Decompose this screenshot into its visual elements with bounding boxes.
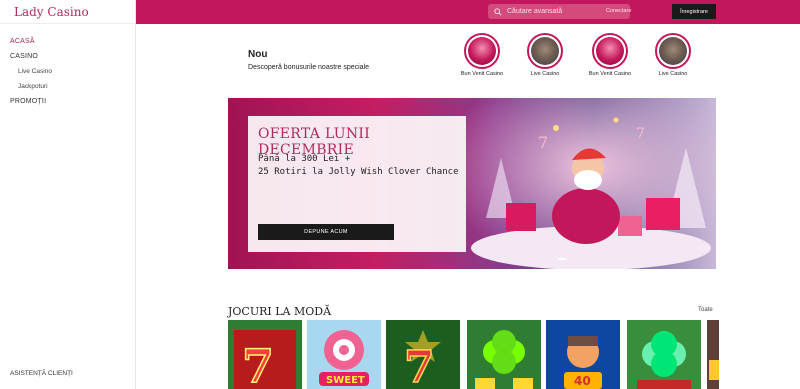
clover-slot-icon: [467, 320, 541, 389]
promo-title: Nou: [248, 49, 268, 60]
live-table-story-icon: [659, 37, 687, 65]
svg-text:7: 7: [404, 342, 435, 389]
svg-text:7: 7: [636, 126, 645, 142]
partial-slot-icon: [707, 320, 719, 389]
offer-line-2: 25 Rotiri la Jolly Wish Clover Chance: [258, 167, 459, 177]
live-table-story-icon: [531, 37, 559, 65]
top-header: Căutare avansată Conectare Înregistrare: [136, 0, 800, 24]
santa-illustration: 7 7: [466, 98, 716, 269]
search-icon: [494, 7, 502, 16]
story-label: Bun Venit Casino: [460, 71, 504, 77]
svg-text:7: 7: [538, 133, 548, 152]
story-item[interactable]: Bun Venit Casino: [584, 33, 636, 78]
story-item[interactable]: Live Casino: [647, 33, 699, 78]
svg-text:SWEET: SWEET: [326, 375, 365, 386]
game-tile[interactable]: [707, 320, 719, 389]
clover-pot-slot-icon: [627, 320, 701, 389]
game-tile[interactable]: 40: [546, 320, 620, 389]
svg-text:40: 40: [574, 374, 591, 388]
game-tile[interactable]: 7: [386, 320, 460, 389]
sidebar-item-casino[interactable]: CASINO: [0, 49, 135, 64]
brand-logo[interactable]: Lady Casino: [0, 0, 135, 24]
game-tile[interactable]: SWEET: [307, 320, 381, 389]
search-placeholder: Căutare avansată: [507, 8, 563, 15]
story-label: Bun Venit Casino: [588, 71, 632, 77]
story-label: Live Casino: [658, 71, 688, 77]
story-item[interactable]: Bun Venit Casino: [456, 33, 508, 78]
register-button[interactable]: Înregistrare: [672, 4, 716, 19]
games-section-title: JOCURI LA MODĂ: [228, 305, 332, 318]
sweet-candy-slot-icon: SWEET: [307, 320, 381, 389]
game-tile[interactable]: 7: [228, 320, 302, 389]
sidebar: Lady Casino ACASĂ CASINO Live Casino Jac…: [0, 0, 136, 389]
promo-banner[interactable]: 7 7 OFERTA LUNII DECEMBRIE Până la 300 L…: [228, 98, 716, 269]
game-tile[interactable]: [627, 320, 701, 389]
svg-text:7: 7: [242, 339, 274, 389]
login-link[interactable]: Conectare: [606, 8, 631, 14]
bell-link-slot-icon: 40: [546, 320, 620, 389]
promo-subtitle: Descoperă bonusurile noastre speciale: [248, 64, 370, 71]
sidebar-item-live-casino[interactable]: Live Casino: [0, 64, 135, 79]
game-tile[interactable]: [467, 320, 541, 389]
sidebar-item-promotions[interactable]: PROMOȚII: [0, 94, 135, 109]
story-label: Live Casino: [530, 71, 560, 77]
sidebar-item-jackpots[interactable]: Jackpoturi: [0, 79, 135, 94]
sidebar-item-home[interactable]: ACASĂ: [0, 34, 135, 49]
deposit-button[interactable]: DEPUNE ACUM: [258, 224, 394, 240]
story-item[interactable]: Live Casino: [519, 33, 571, 78]
red-seven-slot-icon: 7: [228, 320, 302, 389]
gift-story-icon: [468, 37, 496, 65]
offer-line-1: Până la 300 Lei +: [258, 154, 351, 164]
green-seven-slot-icon: 7: [386, 320, 460, 389]
carousel-dot[interactable]: [558, 258, 566, 260]
customer-support-link[interactable]: ASISTENȚĂ CLIENȚI: [10, 370, 73, 377]
offer-card: OFERTA LUNII DECEMBRIE Până la 300 Lei +…: [248, 116, 466, 252]
sidebar-nav: ACASĂ CASINO Live Casino Jackpoturi PROM…: [0, 24, 135, 109]
gift-story-icon: [596, 37, 624, 65]
view-all-link[interactable]: Toate: [698, 307, 713, 313]
